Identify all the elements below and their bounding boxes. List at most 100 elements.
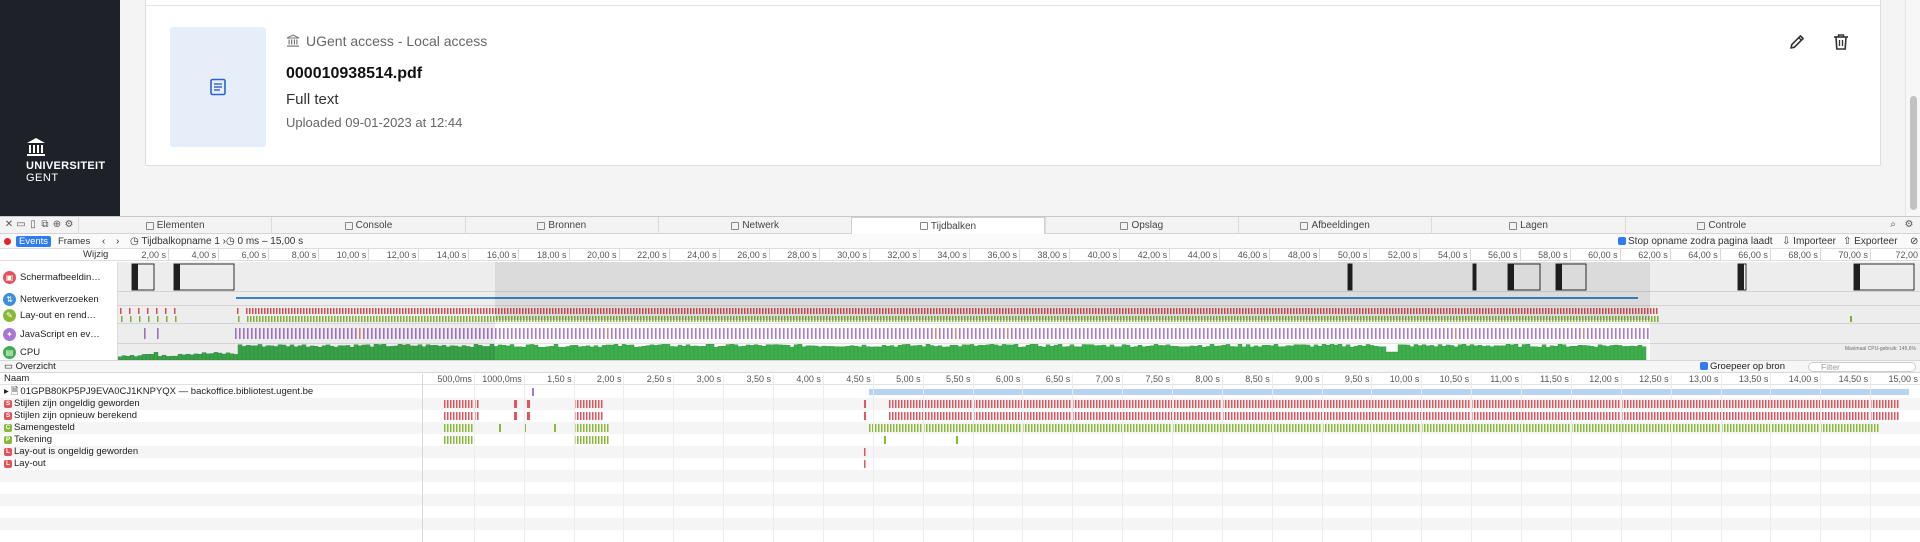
frames-toggle[interactable]: Frames <box>58 234 90 249</box>
cpu-usage-bar <box>1385 351 1391 360</box>
cpu-usage-bar <box>577 346 583 360</box>
track-2[interactable]: ⇅ Netwerkverzoeken <box>0 292 118 306</box>
detach-icon[interactable]: ⧉ <box>40 220 50 230</box>
cpu-usage-bar <box>901 344 907 360</box>
tab-console[interactable]: Console <box>271 217 464 234</box>
range-breadcrumb[interactable]: ◷ 0 ms – 15,00 s <box>226 234 303 249</box>
group-by-source-checkbox[interactable]: Groepeer op bron <box>1700 361 1785 373</box>
tab-netwerk[interactable]: Netwerk <box>658 217 851 234</box>
tab-opslag[interactable]: Opslag <box>1044 217 1238 234</box>
scrollbar-thumb[interactable] <box>1910 96 1917 210</box>
overview-button[interactable]: ▭ Overzicht <box>4 361 56 373</box>
event-mark <box>1660 412 1662 420</box>
event-mark <box>456 436 458 444</box>
event-mark <box>1580 424 1582 432</box>
track-lane[interactable] <box>118 292 1920 306</box>
tab-bronnen[interactable]: Bronnen <box>464 217 658 234</box>
import-button[interactable]: ⇩ Importeer <box>1782 234 1836 249</box>
track-lane[interactable]: Maximaal CPU-gebruik: 145,6% <box>118 344 1920 360</box>
event-mark <box>1327 400 1329 408</box>
track-4[interactable]: ✦ JavaScript en ev… <box>0 324 118 344</box>
track-1[interactable]: ▣ Schermafbeeldin… <box>0 262 118 292</box>
export-button[interactable]: ⇧ Exporteer <box>1843 234 1898 249</box>
grid-line <box>1321 374 1323 542</box>
timelines-toolbar: Events Frames ‹ › ◷ Tijdbalkopname 1 › ◷… <box>0 234 1920 249</box>
tab-lagen[interactable]: Lagen <box>1431 217 1624 234</box>
cpu-usage-bar <box>725 344 731 360</box>
event-mark <box>1177 400 1179 408</box>
dock-bottom-icon[interactable]: ▭ <box>16 220 26 230</box>
tab-elementen[interactable]: Elementen <box>78 217 271 234</box>
event-mark <box>893 424 895 432</box>
script-event-mark <box>847 328 849 339</box>
cpu-usage-bar <box>1369 345 1375 360</box>
dock-side-icon[interactable]: ▯ <box>28 220 38 230</box>
layout-event-mark <box>645 308 648 322</box>
event-mark <box>1135 400 1137 408</box>
track-5[interactable]: ▤ CPU <box>0 344 118 360</box>
layout-event-mark <box>1239 308 1242 322</box>
ugent-logo[interactable]: UNIVERSITEIT GENT <box>26 137 106 184</box>
layout-event-mark <box>927 308 930 322</box>
events-toggle[interactable]: Events <box>16 236 52 247</box>
event-mark <box>1546 400 1548 408</box>
cpu-usage-bar <box>701 346 707 360</box>
track-lane[interactable] <box>118 306 1920 324</box>
file-thumbnail[interactable] <box>170 27 266 147</box>
layout-event-mark <box>789 308 792 322</box>
tab-afbeeldingen[interactable]: Afbeeldingen <box>1238 217 1431 234</box>
tab-tijdbalken[interactable]: Tijdbalken <box>851 217 1045 234</box>
close-icon[interactable]: ✕ <box>4 220 14 230</box>
cpu-usage-bar <box>1429 345 1435 360</box>
recording-breadcrumb[interactable]: ◷ Tijdbalkopname 1 › <box>130 234 226 249</box>
page-scrollbar[interactable] <box>1905 0 1920 216</box>
settings-icon[interactable]: ⚙ <box>1904 220 1914 230</box>
clear-icon[interactable]: ⊘ <box>1910 234 1918 249</box>
track-lane[interactable] <box>118 324 1920 344</box>
cpu-usage-bar <box>1077 346 1083 360</box>
stop-on-load-checkbox[interactable]: Stop opname zodra pagina laadt <box>1618 234 1773 249</box>
ruler-tick <box>618 249 620 261</box>
event-ruler-tick: 14,50 s <box>1838 374 1869 384</box>
inspect-element-icon[interactable]: ⊕ <box>52 220 62 230</box>
event-mark <box>1015 412 1017 420</box>
layout-event-mark <box>606 308 609 322</box>
edit-timelines-button[interactable]: Wijzig <box>83 249 108 261</box>
event-mark <box>1829 424 1831 432</box>
script-event-mark <box>283 328 285 339</box>
track-3[interactable]: ✎ Lay-out en rend… <box>0 306 118 324</box>
event-mark <box>1154 424 1156 432</box>
edit-button[interactable] <box>1786 31 1808 53</box>
cpu-usage-bar <box>217 352 223 360</box>
event-mark <box>1180 412 1182 420</box>
event-mark <box>1313 424 1315 432</box>
ruler-tick <box>518 249 520 261</box>
event-mark <box>892 400 894 408</box>
layout-event-mark <box>453 308 456 322</box>
record-button[interactable] <box>4 238 11 245</box>
track-lane[interactable] <box>118 262 1920 292</box>
timeline-ruler[interactable]: Wijzig 2,00 s 4,00 s 6,00 s 8,00 s 10,00 s 12… <box>0 249 1920 261</box>
forward-icon[interactable]: › <box>116 234 119 249</box>
event-mark <box>1112 424 1114 432</box>
layout-event-mark <box>933 308 936 322</box>
layout-event-mark <box>525 308 528 322</box>
cpu-usage-bar <box>409 345 415 360</box>
event-mark <box>1483 400 1485 408</box>
cpu-usage-bar <box>341 345 347 360</box>
event-mark <box>994 412 996 420</box>
filter-input[interactable]: Filter <box>1808 362 1916 372</box>
event-mark <box>1309 412 1311 420</box>
cpu-usage-bar <box>633 346 639 360</box>
cpu-usage-bar <box>849 345 855 360</box>
screenshot-thumbnail <box>1737 263 1747 291</box>
tab-controle[interactable]: Controle <box>1624 217 1818 234</box>
settings-icon[interactable]: ⚙ <box>64 220 74 230</box>
script-event-mark <box>675 328 677 339</box>
delete-button[interactable] <box>1830 31 1852 53</box>
cpu-usage-bar <box>1489 346 1495 360</box>
back-icon[interactable]: ‹ <box>102 234 105 249</box>
cpu-usage-bar <box>657 344 663 360</box>
cpu-usage-bar <box>1537 346 1543 360</box>
search-icon[interactable]: ⌕ <box>1888 220 1898 230</box>
